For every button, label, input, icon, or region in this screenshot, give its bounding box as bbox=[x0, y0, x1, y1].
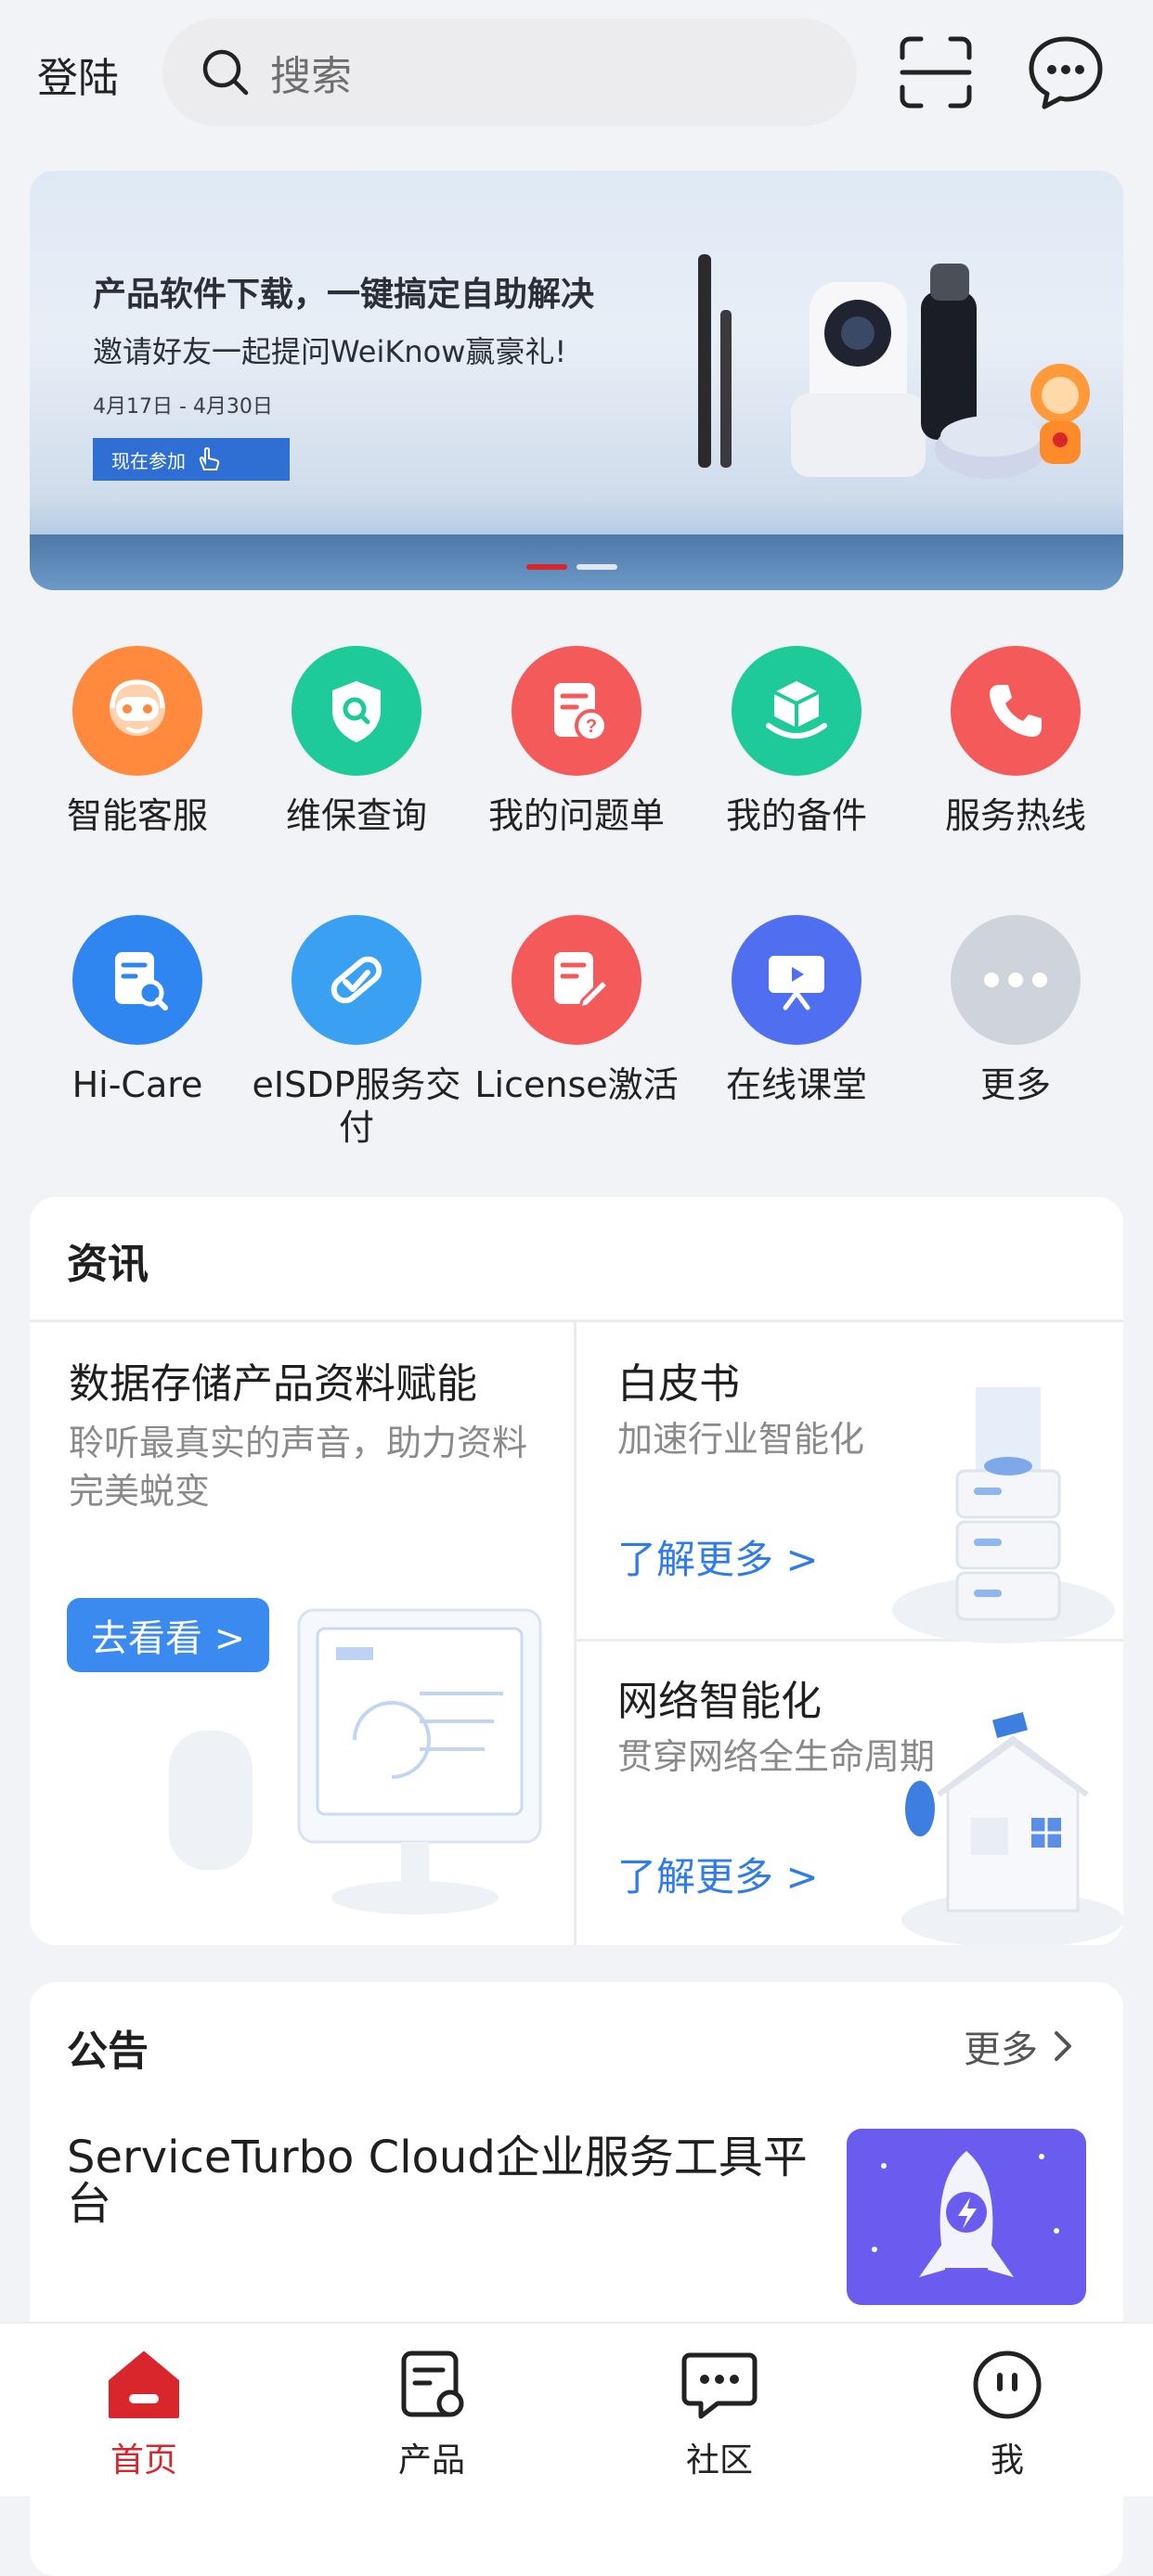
banner-join-button[interactable]: 现在参加 bbox=[93, 438, 290, 481]
grid-item-online-class[interactable]: 在线课堂 bbox=[687, 915, 906, 1106]
tab-me[interactable]: 我 bbox=[863, 2348, 1151, 2481]
presentation-icon bbox=[732, 915, 862, 1045]
question-doc-icon: ? bbox=[512, 646, 641, 776]
banner-page-indicator bbox=[576, 564, 617, 570]
news-card: 资讯 数据存储产品资料赋能 聆听最真实的声音，助力资料完美蜕变 去看看 > 白皮… bbox=[30, 1197, 1123, 1945]
doc-edit-icon bbox=[512, 915, 641, 1045]
grid-label: 我的问题单 bbox=[487, 795, 665, 836]
phone-icon bbox=[951, 646, 1081, 776]
tab-label: 产品 bbox=[397, 2441, 465, 2479]
grid-label: Hi-Care bbox=[71, 1064, 203, 1105]
grid-item-spare-parts[interactable]: 我的备件 bbox=[687, 646, 906, 837]
news-item-subtitle: 贯穿网络全生命周期 bbox=[617, 1736, 936, 1777]
notice-item-title: ServiceTurbo Cloud企业服务工具平台 bbox=[67, 2132, 808, 2230]
grid-label: 服务热线 bbox=[944, 795, 1086, 836]
products-illustration bbox=[698, 254, 1090, 479]
community-icon bbox=[681, 2352, 758, 2419]
product-icon bbox=[401, 2351, 464, 2417]
login-button[interactable]: 登陆 bbox=[37, 45, 119, 104]
grid-item-hi-care[interactable]: Hi-Care bbox=[28, 915, 247, 1106]
tab-label: 我 bbox=[990, 2441, 1024, 2479]
grid-label: eISDP服务交付 bbox=[252, 1064, 461, 1148]
news-feature-go-label: 去看看 > bbox=[90, 1617, 246, 1660]
rocket-thumbnail bbox=[847, 2129, 1086, 2305]
news-item-subtitle: 加速行业智能化 bbox=[617, 1419, 865, 1460]
grid-label: 智能客服 bbox=[66, 795, 208, 836]
news-item-learn-more[interactable]: 了解更多 > bbox=[617, 1846, 819, 1902]
bottom-tab-bar: 首页 产品 社区 我 bbox=[0, 2322, 1153, 2496]
tab-community[interactable]: 社区 bbox=[576, 2348, 863, 2481]
chevron-right-icon bbox=[1055, 2031, 1071, 2061]
grid-item-eisdp[interactable]: eISDP服务交付 bbox=[247, 915, 466, 1149]
search-bar[interactable]: 搜索 bbox=[162, 19, 857, 126]
news-item-whitepaper[interactable]: 白皮书 加速行业智能化 了解更多 > bbox=[576, 1322, 1123, 1643]
tab-label: 首页 bbox=[110, 2441, 177, 2479]
news-feature-subtitle: 聆听最真实的声音，助力资料完美蜕变 bbox=[69, 1423, 528, 1512]
hand-pointer-icon bbox=[199, 446, 220, 470]
grid-item-hotline[interactable]: 服务热线 bbox=[906, 646, 1125, 837]
banner-title: 产品软件下载，一键搞定自助解决 bbox=[93, 276, 595, 314]
robot-service-icon bbox=[72, 646, 202, 776]
news-item-learn-more[interactable]: 了解更多 > bbox=[617, 1528, 819, 1585]
home-icon bbox=[109, 2351, 179, 2418]
grid-item-smart-service[interactable]: 智能客服 bbox=[28, 646, 247, 837]
notice-more-label: 更多 bbox=[964, 2029, 1038, 2071]
banner-date: 4月17日 - 4月30日 bbox=[93, 395, 273, 419]
grid-label: 维保查询 bbox=[285, 795, 427, 836]
tab-home[interactable]: 首页 bbox=[0, 2348, 288, 2481]
grid-item-more[interactable]: 更多 bbox=[906, 915, 1125, 1106]
news-item-title: 网络智能化 bbox=[617, 1678, 822, 1725]
box-icon bbox=[732, 646, 862, 776]
news-feature-title: 数据存储产品资料赋能 bbox=[69, 1360, 477, 1408]
promo-banner[interactable]: 产品软件下载，一键搞定自助解决 邀请好友一起提问WeiKnow赢豪礼! 4月17… bbox=[30, 171, 1123, 590]
grid-item-warranty[interactable]: 维保查询 bbox=[247, 646, 466, 837]
news-item-network[interactable]: 网络智能化 贯穿网络全生命周期 了解更多 > bbox=[576, 1642, 1123, 1945]
doc-search-icon bbox=[72, 915, 202, 1045]
more-icon bbox=[951, 915, 1081, 1045]
news-feature-go-button[interactable]: 去看看 > bbox=[67, 1598, 269, 1672]
notice-more-link[interactable]: 更多 bbox=[964, 2019, 1079, 2073]
grid-item-my-tickets[interactable]: ? 我的问题单 bbox=[467, 646, 686, 837]
search-icon bbox=[202, 49, 249, 96]
scan-icon[interactable] bbox=[897, 33, 975, 111]
banner-water-strip bbox=[30, 535, 1123, 590]
banner-page-indicator-active bbox=[526, 564, 567, 570]
news-section-title: 资讯 bbox=[67, 1241, 149, 1288]
news-feature[interactable]: 数据存储产品资料赋能 聆听最真实的声音，助力资料完美蜕变 去看看 > bbox=[30, 1322, 574, 1945]
profile-icon bbox=[973, 2351, 1042, 2419]
banner-join-label: 现在参加 bbox=[111, 449, 186, 472]
tab-label: 社区 bbox=[685, 2441, 753, 2479]
banner-subtitle: 邀请好友一起提问WeiKnow赢豪礼! bbox=[93, 334, 567, 369]
grid-label: 在线课堂 bbox=[725, 1064, 867, 1105]
server-stack-illustration bbox=[892, 1387, 1115, 1643]
tab-products[interactable]: 产品 bbox=[288, 2348, 576, 2481]
grid-label: License激活 bbox=[474, 1064, 679, 1105]
message-icon[interactable] bbox=[1027, 33, 1105, 111]
grid-label: 更多 bbox=[979, 1064, 1051, 1105]
grid-label: 我的备件 bbox=[725, 795, 867, 836]
news-item-title: 白皮书 bbox=[617, 1360, 740, 1408]
search-placeholder: 搜索 bbox=[270, 53, 352, 100]
notice-section-title: 公告 bbox=[67, 2028, 149, 2075]
grid-item-license[interactable]: License激活 bbox=[467, 915, 686, 1106]
delivery-icon bbox=[291, 915, 421, 1045]
shield-search-icon bbox=[291, 646, 421, 776]
svg-text:?: ? bbox=[586, 716, 597, 737]
